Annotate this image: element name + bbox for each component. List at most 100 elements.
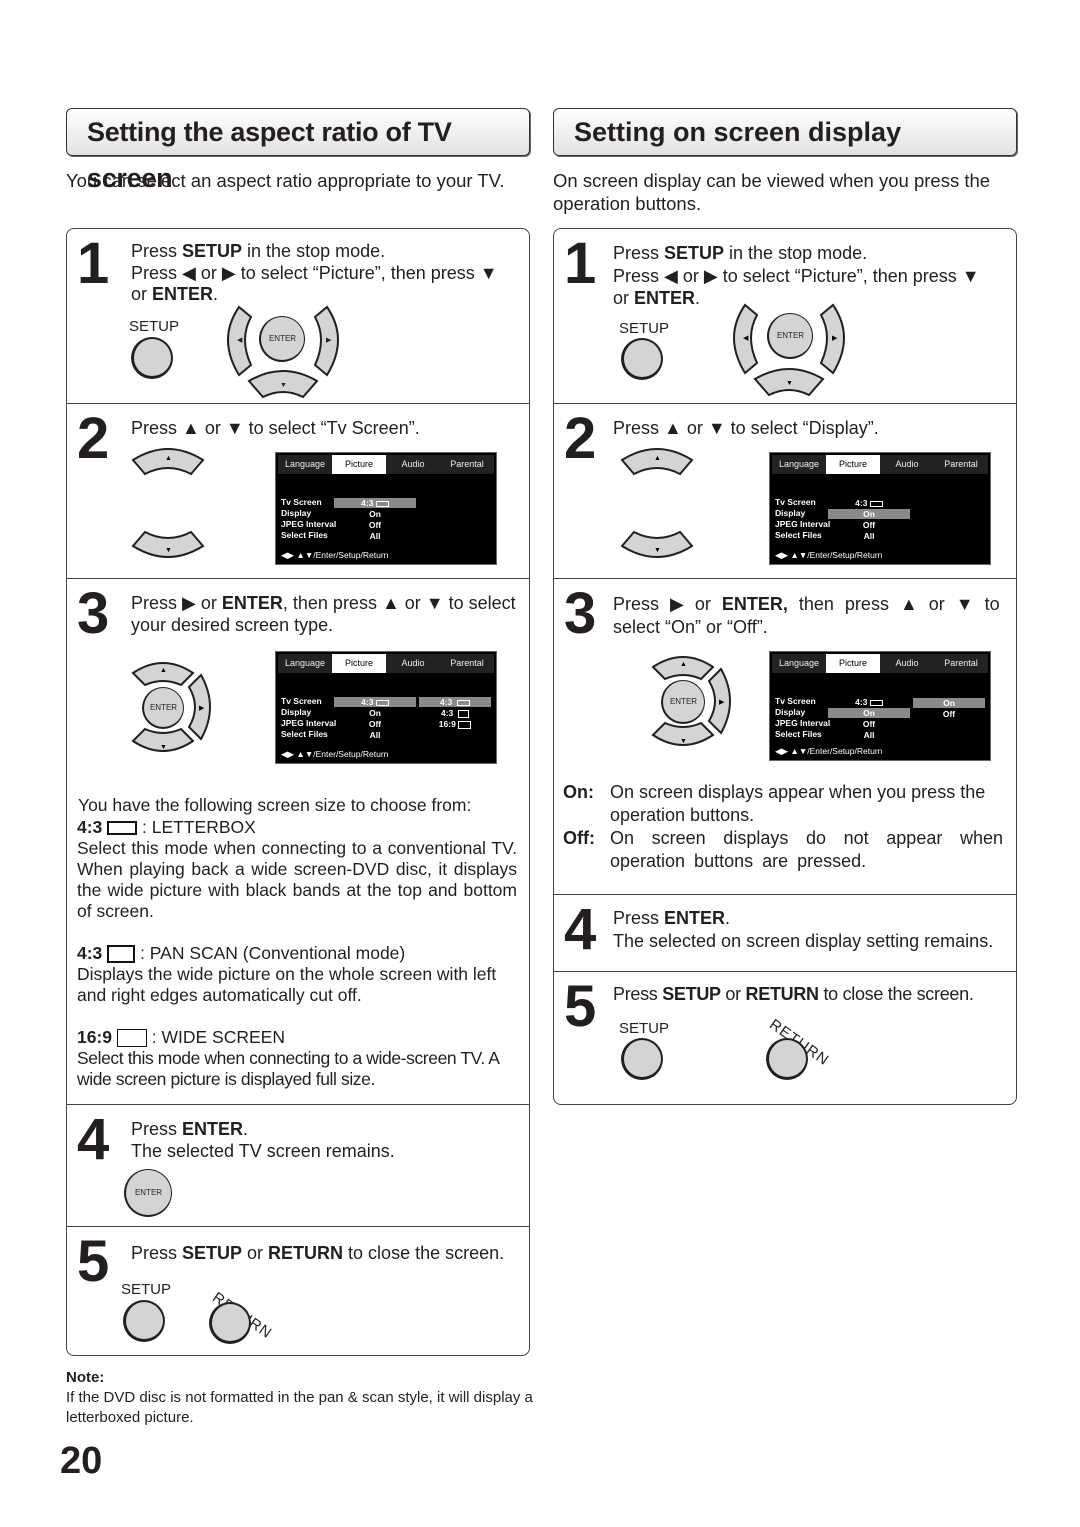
panscan-icon xyxy=(107,945,136,964)
setup-label: SETUP xyxy=(121,1281,172,1298)
osd-row: Select Files xyxy=(775,729,822,739)
osd-row: Display xyxy=(775,707,806,717)
osd-value: All xyxy=(863,531,875,541)
down-button[interactable]: ▼ xyxy=(620,530,694,564)
setup-button[interactable] xyxy=(123,1300,165,1342)
return-button[interactable] xyxy=(766,1038,808,1080)
mode-letterbox: 4:3 : LETTERBOX Select this mode when co… xyxy=(77,817,517,921)
enter-button[interactable]: ENTER xyxy=(142,687,184,729)
step-instructions: Press ENTER. The selected TV screen rema… xyxy=(131,1119,395,1161)
osd-row: JPEG Interval xyxy=(281,718,337,728)
osd-row: JPEG Interval xyxy=(775,718,831,728)
osd-tab: Parental xyxy=(944,658,978,668)
osd-row: Display xyxy=(775,508,806,518)
return-button[interactable] xyxy=(209,1302,251,1344)
osd-menu-display: Language Picture Audio Parental Tv Screen D… xyxy=(769,452,991,565)
enter-button[interactable]: ENTER xyxy=(259,316,305,362)
down-button[interactable]: ▼ xyxy=(131,530,205,564)
step-1: 1 Press SETUP in the stop mode. Press ◀ … xyxy=(554,229,1016,403)
setup-button[interactable] xyxy=(131,337,173,379)
mode-panscan: 4:3 : PAN SCAN (Conventional mode) Displ… xyxy=(77,943,497,1005)
enter-button[interactable]: ENTER xyxy=(124,1169,172,1217)
step-4: 4 Press ENTER. The selected TV screen re… xyxy=(67,1104,529,1226)
osd-value-highlight: 4:3 xyxy=(334,498,416,508)
osd-row: Tv Screen xyxy=(775,497,816,507)
step-number: 5 xyxy=(77,1229,110,1294)
step-instructions: Press SETUP in the stop mode. Press ◀ or… xyxy=(131,241,498,304)
step-instructions: Press ▶ or ENTER, then press ▲ or ▼ to s… xyxy=(131,593,516,635)
svg-text:▶: ▶ xyxy=(832,335,838,342)
mode-widescreen: 16:9 : WIDE SCREEN Select this mode when… xyxy=(77,1027,499,1089)
note: Note: If the DVD disc is not formatted i… xyxy=(66,1369,533,1426)
osd-value: Off xyxy=(368,719,382,729)
osd-row: JPEG Interval xyxy=(775,519,831,529)
step-1: 1 Press SETUP in the stop mode. Press ◀ … xyxy=(67,229,529,403)
enter-button[interactable]: ENTER xyxy=(767,313,813,359)
screen-size-intro: You have the following screen size to ch… xyxy=(78,795,472,815)
step-4: 4 Press ENTER. The selected on screen di… xyxy=(554,894,1016,971)
osd-value-highlight: 4:3 xyxy=(334,697,416,707)
svg-text:▶: ▶ xyxy=(719,699,725,706)
setup-label: SETUP xyxy=(619,320,670,337)
osd-tab: Audio xyxy=(895,459,919,469)
letterbox-icon xyxy=(107,821,138,836)
step-instructions: Press SETUP or RETURN to close the scree… xyxy=(613,984,974,1004)
osd-value-highlight: On xyxy=(828,509,910,519)
osd-row: Select Files xyxy=(281,729,328,739)
osd-value: Off xyxy=(862,719,876,729)
step-number: 1 xyxy=(77,231,110,296)
off-description: Off: On screen displays do not appear wh… xyxy=(563,828,1003,871)
osd-footer: ◀▶ ▲▼/Enter/Setup/Return xyxy=(775,550,883,560)
osd-option-panscan: 4:3 xyxy=(419,708,491,718)
step-instructions: Press ▲ or ▼ to select “Tv Screen”. xyxy=(131,418,420,438)
osd-tab: Audio xyxy=(401,658,425,668)
osd-option-on: On xyxy=(913,698,985,708)
step-number: 5 xyxy=(564,974,597,1039)
osd-tab: Audio xyxy=(895,658,919,668)
osd-option-off: Off xyxy=(942,709,956,719)
osd-row: Select Files xyxy=(281,530,328,540)
svg-text:▲: ▲ xyxy=(165,455,172,462)
enter-button[interactable]: ENTER xyxy=(661,680,705,724)
step-instructions: Press ENTER. The selected on screen disp… xyxy=(613,908,994,951)
osd-tab: Parental xyxy=(944,459,978,469)
step-number: 3 xyxy=(77,581,110,646)
osd-row: Display xyxy=(281,707,312,717)
osd-footer: ◀▶ ▲▼/Enter/Setup/Return xyxy=(775,746,883,756)
aspect-ratio-intro: You can select an aspect ratio appropria… xyxy=(66,170,505,191)
osd-value-highlight: On xyxy=(828,708,910,718)
osd-menu-tv-screen: Language Picture Audio Parental Tv Screen D… xyxy=(275,452,497,565)
osd-footer: ◀▶ ▲▼/Enter/Setup/Return xyxy=(281,550,389,560)
up-button[interactable]: ▲ xyxy=(131,444,205,478)
step-number: 4 xyxy=(564,897,597,962)
setup-label: SETUP xyxy=(619,1020,670,1037)
setup-button[interactable] xyxy=(621,1038,663,1080)
step-5: 5 Press SETUP or RETURN to close the scr… xyxy=(67,1226,529,1357)
svg-text:▼: ▼ xyxy=(160,744,167,751)
osd-tab-selected: Picture xyxy=(826,654,880,673)
svg-text:◀: ◀ xyxy=(743,335,749,342)
step-3: 3 Press ▶ or ENTER, then press ▲ or ▼ to… xyxy=(67,578,529,1104)
svg-text:▼: ▼ xyxy=(680,738,687,745)
osd-row: JPEG Interval xyxy=(281,519,337,529)
svg-text:▲: ▲ xyxy=(654,455,661,462)
up-button[interactable]: ▲ xyxy=(620,444,694,478)
aspect-ratio-steps-panel: 1 Press SETUP in the stop mode. Press ◀ … xyxy=(66,228,530,1356)
osd-tab: Language xyxy=(778,459,820,469)
svg-text:▼: ▼ xyxy=(654,547,661,554)
osd-row: Tv Screen xyxy=(281,497,322,507)
setup-label: SETUP xyxy=(129,318,180,335)
step-instructions: Press SETUP or RETURN to close the scree… xyxy=(131,1243,505,1263)
svg-text:▲: ▲ xyxy=(680,661,687,668)
osd-row: Tv Screen xyxy=(775,696,816,706)
osd-tab: Audio xyxy=(401,459,425,469)
osd-value: All xyxy=(369,730,381,740)
step-number: 1 xyxy=(564,231,597,296)
svg-text:▲: ▲ xyxy=(160,667,167,674)
svg-text:◀: ◀ xyxy=(237,337,243,344)
setup-button[interactable] xyxy=(621,338,663,380)
osd-value: Off xyxy=(368,520,382,530)
svg-text:▼: ▼ xyxy=(786,380,793,387)
osd-option-letterbox: 4:3 xyxy=(419,697,491,707)
osd-tab: Language xyxy=(284,658,326,668)
